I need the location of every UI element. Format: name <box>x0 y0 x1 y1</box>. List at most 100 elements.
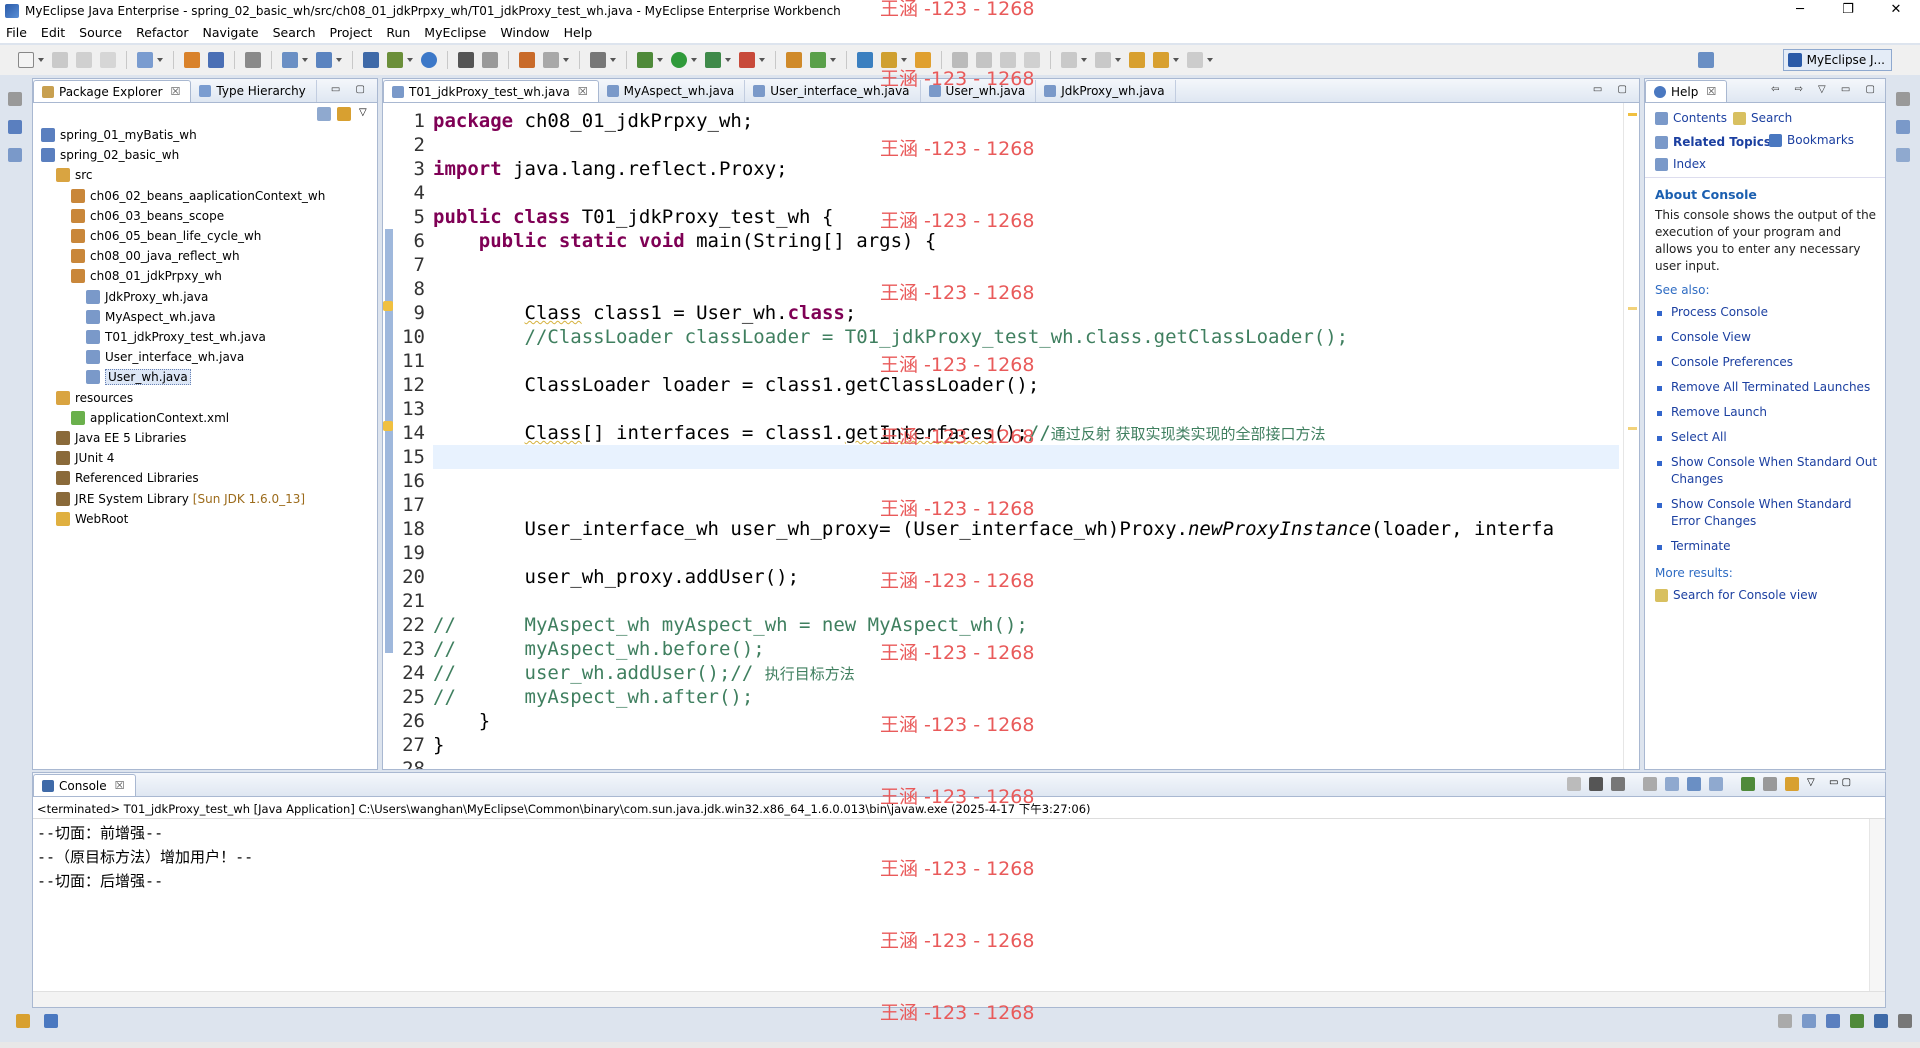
code-line[interactable]: // MyAspect_wh myAspect_wh = new MyAspec… <box>433 613 1619 637</box>
run-icon[interactable] <box>671 52 687 68</box>
coverage-icon[interactable] <box>739 52 755 68</box>
display-console-icon[interactable] <box>1763 777 1777 791</box>
help-link[interactable]: Console Preferences <box>1671 355 1793 369</box>
editor-tab[interactable]: JdkProxy_wh.java <box>1036 80 1176 102</box>
tree-item[interactable]: ch06_02_beans_aaplicationContext_wh <box>71 186 325 206</box>
help-nav-bookmarks[interactable]: Bookmarks <box>1769 133 1854 147</box>
warning-icon[interactable] <box>383 421 393 431</box>
minimize-maximize-controls[interactable]: ▭ ▢ <box>1593 84 1633 95</box>
chevron-down-icon[interactable] <box>1081 58 1087 62</box>
restore-icon[interactable] <box>1896 92 1910 106</box>
warning-icon[interactable] <box>383 301 393 311</box>
chevron-down-icon[interactable] <box>691 58 697 62</box>
help-link[interactable]: Changes <box>1671 472 1723 486</box>
run-server-icon[interactable] <box>363 52 379 68</box>
tab-type-hierarchy[interactable]: Type Hierarchy <box>191 80 317 102</box>
new-package-icon[interactable] <box>543 52 559 68</box>
help-nav-related-topics[interactable]: Related Topics <box>1655 135 1771 149</box>
chevron-down-icon[interactable] <box>1115 58 1121 62</box>
close-icon[interactable]: ☒ <box>171 85 181 98</box>
open-type-icon[interactable] <box>482 52 498 68</box>
help-link[interactable]: Console View <box>1671 330 1751 344</box>
tab-console[interactable]: Console ☒ <box>33 774 136 796</box>
close-window-button[interactable]: ✕ <box>1874 0 1918 22</box>
run-external-icon[interactable] <box>705 52 721 68</box>
code-line[interactable]: package ch08_01_jdkPrpxy_wh; <box>433 109 1619 133</box>
chevron-down-icon[interactable] <box>759 58 765 62</box>
chevron-down-icon[interactable] <box>725 58 731 62</box>
help-link[interactable]: Process Console <box>1671 305 1768 319</box>
last-edit-icon[interactable] <box>1129 52 1145 68</box>
show-on-output-icon[interactable] <box>1709 777 1723 791</box>
minimize-maximize-controls[interactable]: ▭ ▢ <box>1829 777 1857 791</box>
menu-help[interactable]: Help <box>564 25 593 40</box>
chevron-down-icon[interactable] <box>407 58 413 62</box>
open-perspective-icon[interactable] <box>1698 52 1714 68</box>
new-java-project-icon[interactable] <box>810 52 826 68</box>
back-icon[interactable] <box>1153 52 1169 68</box>
minimize-button[interactable]: ─ <box>1778 0 1822 22</box>
menu-refactor[interactable]: Refactor <box>136 25 188 40</box>
next-annotation-icon[interactable] <box>1061 52 1077 68</box>
clear-console-icon[interactable] <box>1643 777 1657 791</box>
menu-edit[interactable]: Edit <box>41 25 65 40</box>
previous-annotation-icon[interactable] <box>1095 52 1111 68</box>
browser-icon[interactable] <box>282 52 298 68</box>
trim-icon[interactable] <box>1802 1014 1816 1028</box>
menu-source[interactable]: Source <box>79 25 122 40</box>
tree-item[interactable]: JdkProxy_wh.java <box>86 287 208 307</box>
console-vertical-scrollbar[interactable] <box>1869 819 1885 991</box>
globe-icon[interactable] <box>421 52 437 68</box>
trim-icon[interactable] <box>1778 1014 1792 1028</box>
tree-item[interactable]: spring_02_basic_wh <box>41 145 179 165</box>
new-class-icon[interactable] <box>519 52 535 68</box>
menu-run[interactable]: Run <box>386 25 410 40</box>
tree-item[interactable]: src <box>56 165 93 185</box>
scroll-lock-icon[interactable] <box>1665 777 1679 791</box>
tree-item[interactable]: T01_jdkProxy_test_wh.java <box>86 327 266 347</box>
close-icon[interactable]: ☒ <box>115 779 125 792</box>
editor-tab[interactable]: MyAspect_wh.java <box>599 80 746 102</box>
view-menu-icon[interactable]: ▽ <box>1807 777 1821 791</box>
overview-marker[interactable] <box>1628 307 1637 310</box>
pin-console-icon[interactable] <box>1741 777 1755 791</box>
code-line[interactable]: //ClassLoader classLoader = T01_jdkProxy… <box>433 325 1619 349</box>
trim-icon[interactable] <box>1826 1014 1840 1028</box>
code-line[interactable] <box>433 541 1619 565</box>
code-line[interactable] <box>433 469 1619 493</box>
chevron-down-icon[interactable] <box>302 58 308 62</box>
help-link[interactable]: Show Console When Standard <box>1671 497 1852 511</box>
overview-marker[interactable] <box>1628 427 1637 430</box>
menu-search[interactable]: Search <box>273 25 316 40</box>
chevron-down-icon[interactable] <box>1173 58 1179 62</box>
maximize-button[interactable]: ❐ <box>1826 0 1870 22</box>
restore-icon[interactable] <box>8 92 22 106</box>
code-line[interactable] <box>433 397 1619 421</box>
web-search-icon[interactable] <box>316 52 332 68</box>
new-icon[interactable] <box>18 52 34 68</box>
tree-item[interactable]: JUnit 4 <box>56 448 114 468</box>
chevron-down-icon[interactable] <box>563 58 569 62</box>
server-icon[interactable] <box>245 52 261 68</box>
collapse-all-icon[interactable] <box>317 107 331 121</box>
forward-icon[interactable] <box>1187 52 1203 68</box>
tree-item[interactable]: ch08_01_jdkPrpxy_wh <box>71 266 222 286</box>
help-link[interactable]: Terminate <box>1671 539 1730 553</box>
menu-project[interactable]: Project <box>330 25 373 40</box>
search-for-console-link[interactable]: Search for Console view <box>1655 588 1817 602</box>
close-icon[interactable]: ☒ <box>578 85 588 98</box>
deploy-icon[interactable] <box>208 52 224 68</box>
minimized-view-icon[interactable] <box>1896 148 1910 162</box>
tree-item[interactable]: ch06_05_bean_life_cycle_wh <box>71 226 261 246</box>
tree-item[interactable]: spring_01_myBatis_wh <box>41 125 197 145</box>
tab-package-explorer[interactable]: Package Explorer ☒ <box>33 80 192 102</box>
help-nav-index[interactable]: Index <box>1655 157 1706 171</box>
remove-all-icon[interactable] <box>1611 777 1625 791</box>
tree-item[interactable]: Referenced Libraries <box>56 468 199 488</box>
minimize-maximize-controls[interactable]: ▭ ▢ <box>331 84 371 95</box>
help-nav-search[interactable]: Search <box>1733 111 1792 125</box>
word-wrap-icon[interactable] <box>1687 777 1701 791</box>
menu-window[interactable]: Window <box>500 25 549 40</box>
help-link[interactable]: Select All <box>1671 430 1727 444</box>
chevron-down-icon[interactable] <box>610 58 616 62</box>
